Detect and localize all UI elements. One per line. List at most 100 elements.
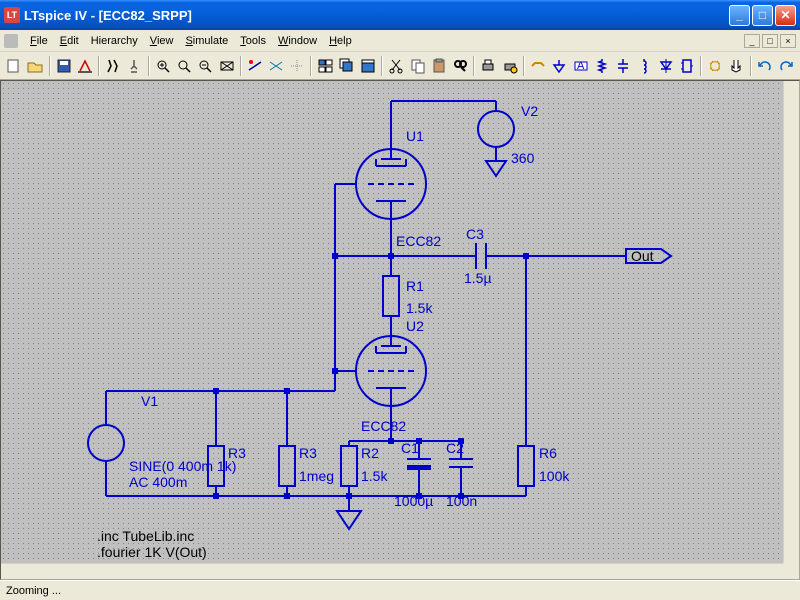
save-button[interactable] <box>54 55 74 77</box>
svg-text:V2: V2 <box>521 103 538 119</box>
menu-tools[interactable]: Tools <box>234 33 272 49</box>
toolbar: A <box>0 52 800 80</box>
open-button[interactable] <box>25 55 45 77</box>
mdi-minimize-button[interactable]: _ <box>744 34 760 48</box>
status-text: Zooming ... <box>6 585 61 597</box>
component-c1[interactable]: C1 1000µ <box>394 440 433 509</box>
menu-window[interactable]: Window <box>272 33 323 49</box>
window-title: LTspice IV - [ECC82_SRPP] <box>24 8 729 23</box>
menu-hierarchy[interactable]: Hierarchy <box>85 33 144 49</box>
move-button[interactable] <box>705 55 725 77</box>
svg-text:1.5k: 1.5k <box>406 300 433 316</box>
component-u2[interactable]: U2 ECC82 <box>335 318 426 434</box>
svg-text:360: 360 <box>511 150 535 166</box>
svg-text:V1: V1 <box>141 393 158 409</box>
schematic-svg: V2 360 U1 ECC82 <box>1 81 785 565</box>
component-c3[interactable]: C3 1.5µ <box>461 226 501 286</box>
menu-bar: File Edit Hierarchy View Simulate Tools … <box>0 30 800 52</box>
copy-button[interactable] <box>408 55 428 77</box>
directive-fourier[interactable]: .fourier 1K V(Out) <box>97 544 207 560</box>
place-diode-button[interactable] <box>655 55 675 77</box>
minimize-button[interactable]: _ <box>729 5 750 26</box>
component-v2[interactable]: V2 360 <box>478 101 538 166</box>
zoom-area-button[interactable] <box>153 55 173 77</box>
ground-main[interactable] <box>337 511 361 529</box>
place-resistor-button[interactable] <box>592 55 612 77</box>
place-capacitor-button[interactable] <box>613 55 633 77</box>
autorange-button[interactable] <box>245 55 265 77</box>
menu-file[interactable]: File <box>24 33 54 49</box>
svg-text:Out: Out <box>631 248 654 264</box>
component-r3[interactable]: R3 1meg <box>279 391 334 496</box>
close-button[interactable]: ✕ <box>775 5 796 26</box>
mdi-icon <box>4 34 18 48</box>
component-r3-bar[interactable]: R3 <box>208 391 246 496</box>
paste-button[interactable] <box>429 55 449 77</box>
svg-text:C2: C2 <box>446 440 464 456</box>
vertical-scrollbar[interactable] <box>783 81 799 565</box>
halt-button[interactable] <box>124 55 144 77</box>
svg-text:SINE(0 400m 1k): SINE(0 400m 1k) <box>129 458 236 474</box>
svg-text:100k: 100k <box>539 468 570 484</box>
component-v1[interactable]: V1 SINE(0 400m 1k) AC 400m <box>88 391 236 496</box>
svg-text:R1: R1 <box>406 278 424 294</box>
svg-text:U2: U2 <box>406 318 424 334</box>
ground-v2[interactable] <box>486 157 506 176</box>
mdi-close-button[interactable]: × <box>780 34 796 48</box>
draw-wire-button[interactable] <box>528 55 548 77</box>
drag-button[interactable] <box>726 55 746 77</box>
component-r6[interactable]: R6 100k <box>518 445 570 496</box>
component-r1[interactable]: R1 1.5k <box>383 276 433 316</box>
cut-button[interactable] <box>386 55 406 77</box>
title-bar: LT LTspice IV - [ECC82_SRPP] _ □ ✕ <box>0 0 800 30</box>
find-button[interactable] <box>450 55 470 77</box>
svg-text:C3: C3 <box>466 226 484 242</box>
mdi-restore-button[interactable]: □ <box>762 34 778 48</box>
zoom-extents-button[interactable] <box>195 55 215 77</box>
schematic-canvas[interactable]: V2 360 U1 ECC82 <box>1 81 785 565</box>
print-button[interactable] <box>478 55 498 77</box>
label-net-button[interactable]: A <box>570 55 590 77</box>
svg-text:A: A <box>577 60 585 72</box>
control-panel-button[interactable] <box>75 55 95 77</box>
autorange-y-button[interactable] <box>287 55 307 77</box>
zoom-out-button[interactable] <box>216 55 236 77</box>
print-setup-button[interactable] <box>500 55 520 77</box>
tile-button[interactable] <box>315 55 335 77</box>
svg-text:1meg: 1meg <box>299 468 334 484</box>
new-schematic-button[interactable] <box>4 55 24 77</box>
place-inductor-button[interactable] <box>634 55 654 77</box>
svg-text:U1: U1 <box>406 128 424 144</box>
close-windows-button[interactable] <box>358 55 378 77</box>
pick-visible-traces-button[interactable] <box>266 55 286 77</box>
place-ground-button[interactable] <box>549 55 569 77</box>
cascade-button[interactable] <box>337 55 357 77</box>
redo-button[interactable] <box>776 55 796 77</box>
run-button[interactable] <box>103 55 123 77</box>
net-label-out[interactable]: Out <box>626 248 671 264</box>
menu-view[interactable]: View <box>144 33 180 49</box>
status-bar: Zooming ... <box>0 580 800 600</box>
svg-text:1.5k: 1.5k <box>361 468 388 484</box>
svg-text:AC 400m: AC 400m <box>129 474 187 490</box>
maximize-button[interactable]: □ <box>752 5 773 26</box>
svg-text:R3: R3 <box>299 445 317 461</box>
svg-text:R2: R2 <box>361 445 379 461</box>
horizontal-scrollbar[interactable] <box>1 563 785 579</box>
schematic-canvas-wrap: V2 360 U1 ECC82 <box>0 80 800 580</box>
svg-text:ECC82: ECC82 <box>361 418 406 434</box>
component-r2[interactable]: R2 1.5k <box>341 441 388 496</box>
component-u1[interactable]: U1 ECC82 <box>335 128 441 249</box>
menu-help[interactable]: Help <box>323 33 358 49</box>
directive-inc[interactable]: .inc TubeLib.inc <box>97 528 194 544</box>
zoom-back-button[interactable] <box>174 55 194 77</box>
svg-text:1.5µ: 1.5µ <box>464 270 492 286</box>
scrollbar-corner <box>783 563 799 579</box>
undo-button[interactable] <box>755 55 775 77</box>
place-component-button[interactable] <box>677 55 697 77</box>
svg-text:R6: R6 <box>539 445 557 461</box>
app-icon: LT <box>4 7 20 23</box>
svg-text:ECC82: ECC82 <box>396 233 441 249</box>
menu-edit[interactable]: Edit <box>54 33 85 49</box>
menu-simulate[interactable]: Simulate <box>179 33 234 49</box>
